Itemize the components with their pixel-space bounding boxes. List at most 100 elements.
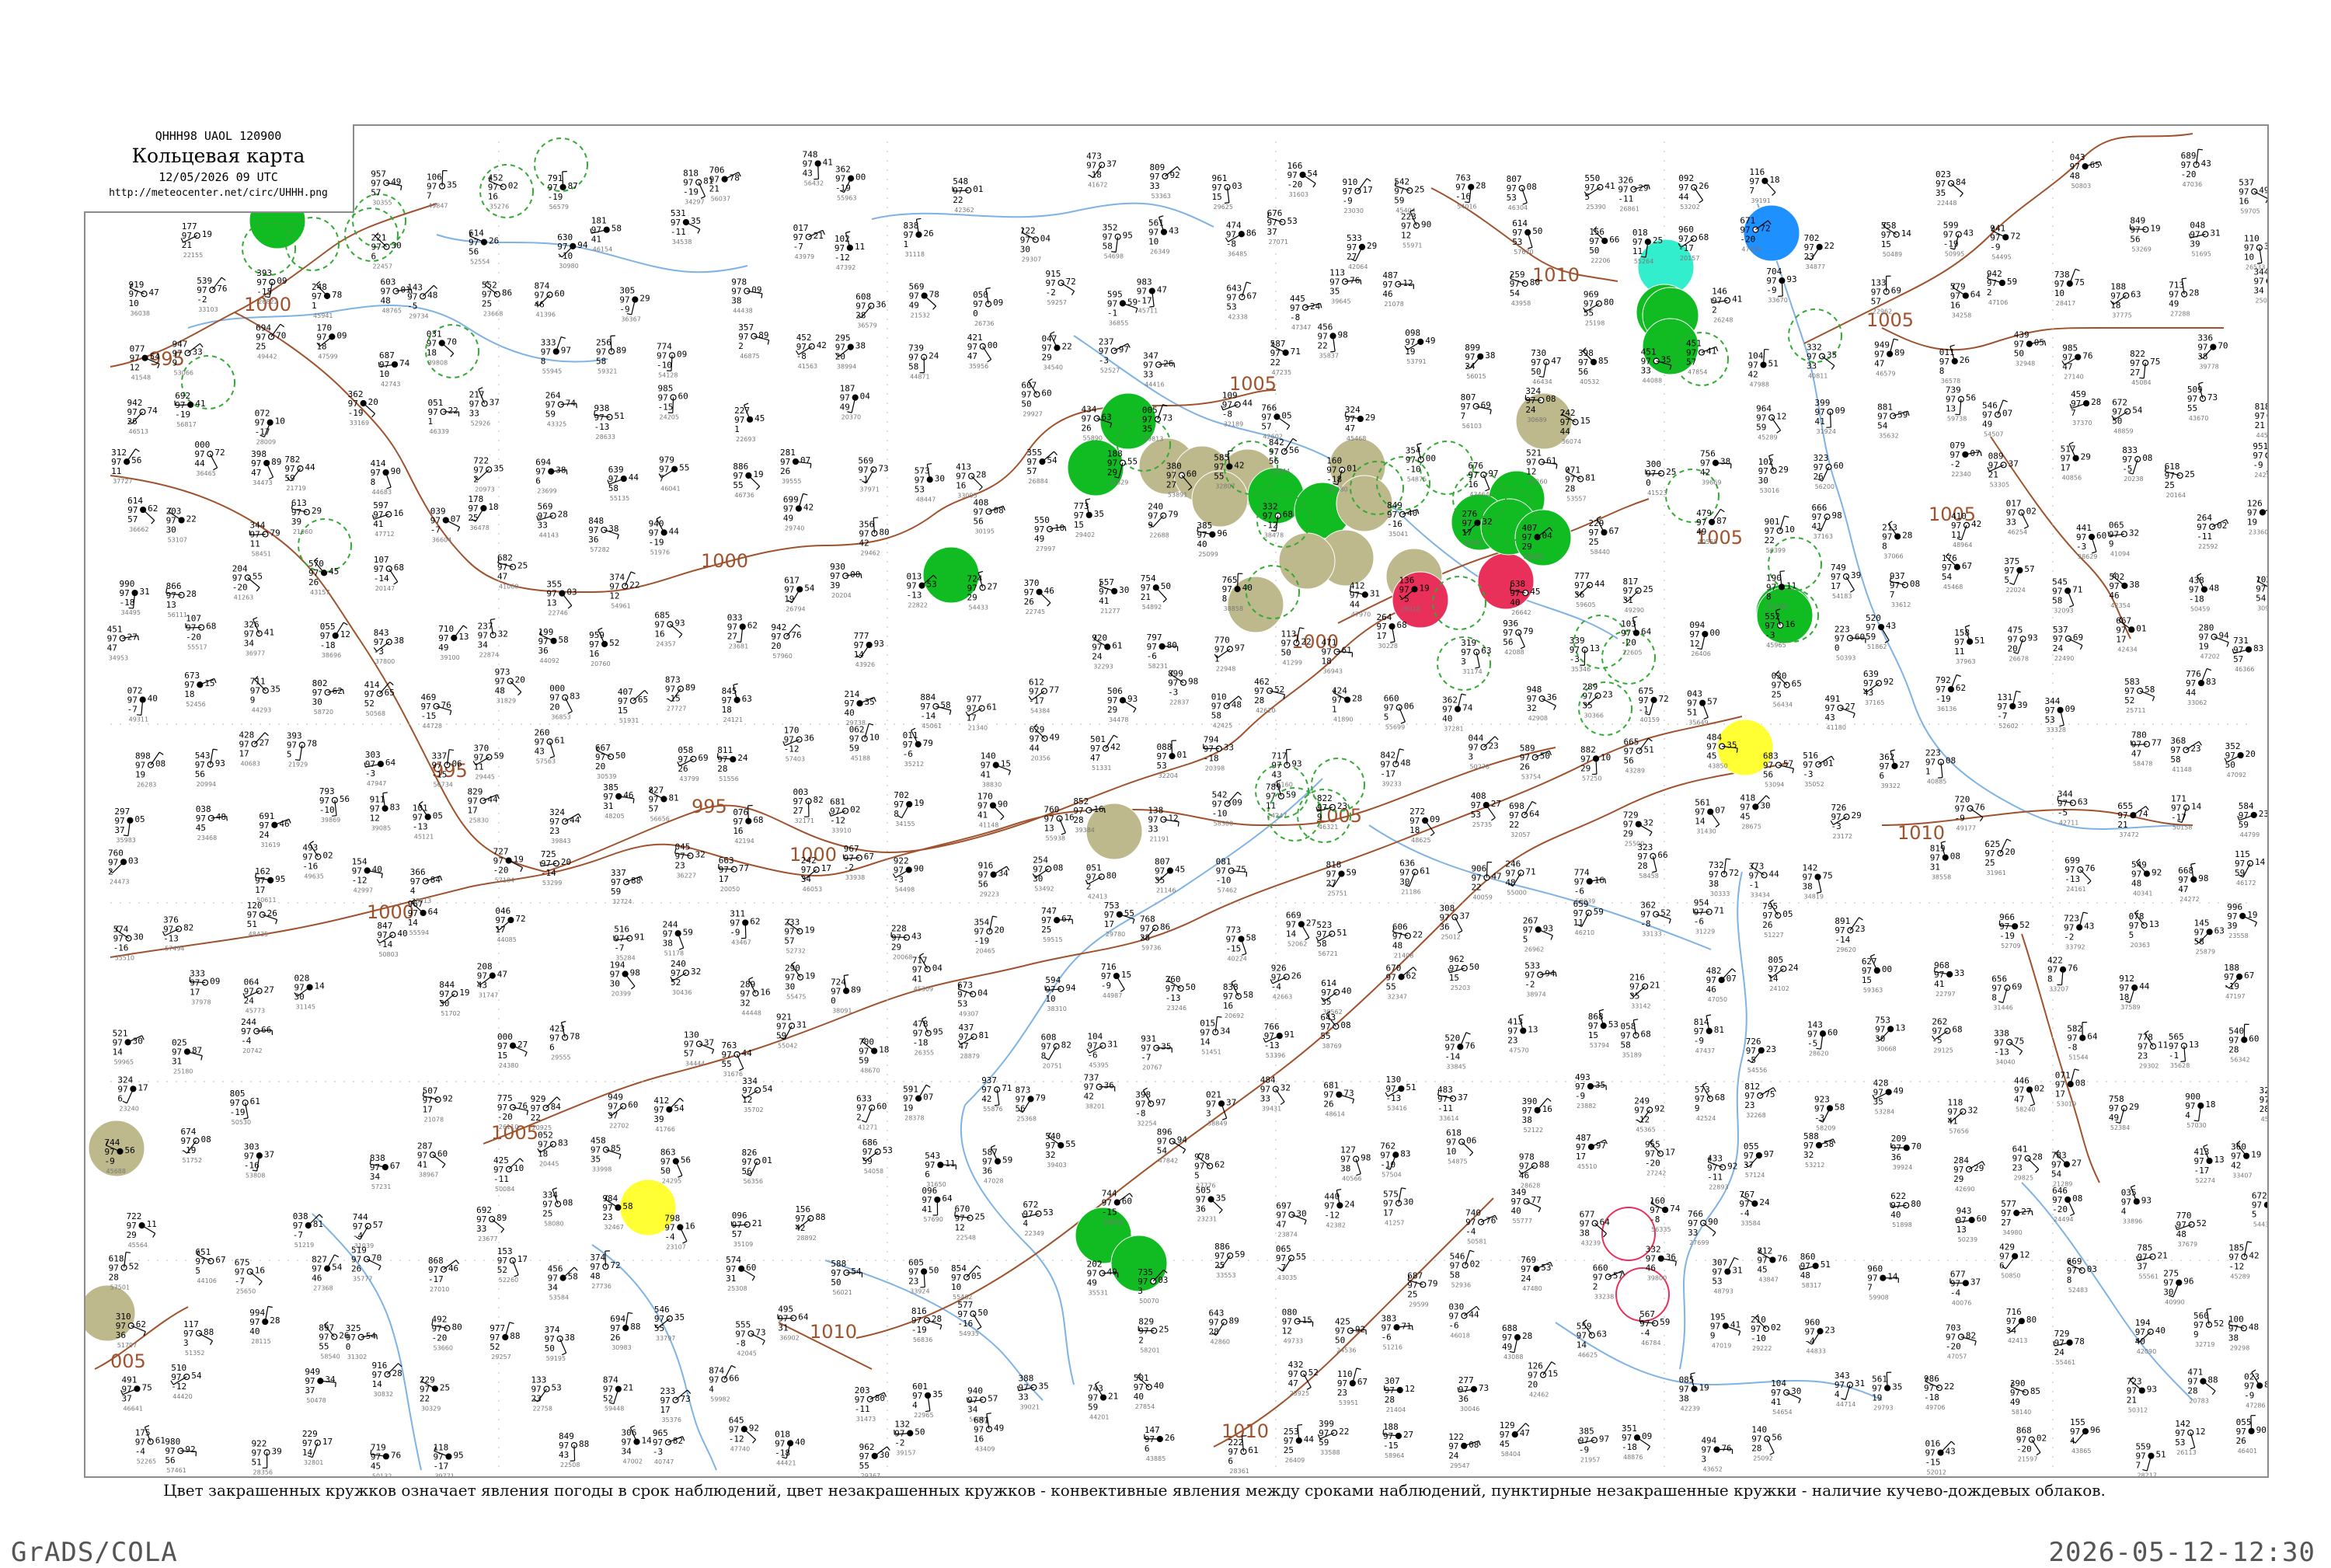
- station-tendency: 34: [1220, 1026, 1231, 1036]
- station-dewpoint: 29: [127, 1230, 137, 1240]
- station-tendency: 40: [148, 693, 158, 703]
- station-tendency: 81: [979, 1030, 989, 1040]
- station-dewpoint: 39: [830, 580, 840, 591]
- station-dewpoint: 41: [1099, 596, 1109, 606]
- station-dewpoint: 56: [1624, 755, 1634, 765]
- station-plot: 37497122254961: [609, 572, 639, 609]
- station-tendency: 03: [566, 587, 577, 598]
- station-id: 45564: [128, 1242, 148, 1249]
- station-plot: 37697-138257494: [162, 915, 193, 952]
- isobar-label: 005: [110, 1350, 146, 1372]
- station-plot: 82797578156656: [648, 785, 678, 822]
- station-tendency: 60: [876, 1102, 887, 1112]
- station-tendency: 58: [1246, 932, 1256, 943]
- station-dewpoint: -3: [1570, 654, 1580, 664]
- station-dewpoint: -9: [1766, 285, 1776, 295]
- station-id: 54016: [1457, 204, 1476, 211]
- station-plot: 0449732350278: [1469, 733, 1499, 771]
- station-id: 58440: [1590, 549, 1609, 556]
- station-tendency: 55: [1127, 457, 1138, 467]
- station-id: 31829: [497, 697, 516, 704]
- station-tendency: 23: [1603, 689, 1613, 699]
- station-plot: 13297-25039157: [894, 1420, 925, 1457]
- station-plot: 35497-192020465: [974, 916, 1004, 955]
- station-dewpoint: 42: [1700, 468, 1710, 478]
- station-dewpoint: 15: [1449, 973, 1459, 983]
- station-plot: 64397288942860: [1209, 1308, 1239, 1346]
- station-tendency: 91: [634, 932, 644, 943]
- station-dewpoint: 12: [1526, 467, 1536, 477]
- station-plot: 68197164943409: [974, 1413, 1004, 1453]
- station-dewpoint: -18: [120, 598, 135, 608]
- station-tendency: 02: [1470, 1259, 1480, 1269]
- station-id: 29780: [1106, 931, 1125, 938]
- station-plot: 54297-100958300: [1212, 789, 1242, 827]
- station-plot: 91697142830832: [372, 1361, 402, 1398]
- station-plot: 67397181552456: [184, 671, 216, 708]
- wind-barb-feather: [1305, 938, 1309, 940]
- station-tendency: 97: [561, 345, 571, 355]
- station-plot: 0219733738849: [1206, 1089, 1236, 1127]
- station-id: 35649: [1688, 720, 1708, 727]
- station-plot: 10497-63145395: [1087, 1032, 1118, 1069]
- station-plot: 9799775546041: [659, 455, 689, 493]
- station-dewpoint: 58: [1620, 1040, 1630, 1050]
- station-plot: 13397235322758: [531, 1375, 562, 1413]
- station-plot: 46297285242620: [1254, 677, 1284, 714]
- wind-barb-feather: [1163, 599, 1166, 602]
- station-tendency: 96: [1217, 528, 1227, 538]
- wind-barb-feather: [731, 1365, 735, 1368]
- station-plot: 12997454758404: [1500, 1420, 1530, 1458]
- station-plot: 14097411538830: [981, 751, 1011, 789]
- station-id: 35109: [733, 1241, 753, 1248]
- station-id: 39384: [1075, 827, 1094, 834]
- station-tendency: 41: [264, 627, 274, 637]
- station-dewpoint: 23: [908, 1276, 918, 1286]
- station-id: 35983: [116, 837, 135, 844]
- station-plot: 38397-67151216: [1382, 1313, 1413, 1350]
- station-tendency: 95: [275, 874, 285, 884]
- station-tendency: 37: [1458, 1092, 1468, 1103]
- station-dewpoint: -14: [377, 939, 392, 950]
- station-id: 55135: [610, 495, 629, 502]
- station-plot: 54297592545404: [1394, 176, 1424, 214]
- station-id: 45468: [1347, 435, 1366, 442]
- station-dewpoint: -12: [1263, 521, 1278, 531]
- station-dewpoint: 51: [252, 1457, 262, 1467]
- station-dewpoint: -4: [353, 1231, 364, 1241]
- station-id: 26822: [258, 298, 277, 305]
- station-dewpoint: -12: [171, 1382, 186, 1392]
- station-id: 57403: [786, 756, 805, 763]
- station-tendency: 67: [1246, 291, 1256, 301]
- station-dewpoint: 57: [1686, 357, 1696, 368]
- wind-barb-feather: [1065, 526, 1066, 531]
- station-plot: 09897194953791: [1405, 328, 1435, 365]
- station-tendency: 57: [1613, 1270, 1623, 1281]
- station-plot: 6019743522965: [912, 1382, 943, 1419]
- station-tendency: 63: [1597, 1329, 1607, 1339]
- station-plot: 76397554431676: [721, 1040, 752, 1078]
- station-dewpoint: 9: [1317, 812, 1322, 822]
- station-plot: 01597143451451: [1200, 1016, 1231, 1055]
- station-dewpoint: 53: [1507, 193, 1517, 203]
- station-id: 31603: [1289, 191, 1308, 198]
- station-tendency: 34: [325, 1375, 336, 1385]
- station-tendency: 62: [1214, 1160, 1225, 1170]
- station-plot: 77497-100954128: [657, 341, 687, 378]
- station-plot: 55297258623668: [482, 280, 512, 318]
- station-dewpoint: 57: [1026, 466, 1037, 476]
- station-dewpoint: 23: [674, 860, 685, 870]
- station-plot: 56797-45946784: [1639, 1309, 1670, 1347]
- station-id: 47050: [1708, 996, 1727, 1003]
- station-plot: 49397-160249635: [302, 841, 333, 880]
- station-plot: 17097-123657403: [783, 726, 814, 763]
- station-dewpoint: 45: [196, 823, 206, 833]
- station-plot: 04697177244085: [495, 906, 525, 943]
- station-dewpoint: 31: [778, 1322, 788, 1333]
- station-id: 58080: [544, 1221, 563, 1228]
- station-tendency: 55: [253, 571, 263, 581]
- station-dewpoint: 58: [1211, 711, 1221, 721]
- station-id: 24536: [1336, 1347, 1356, 1354]
- station-plot: 15697428828892: [795, 1204, 825, 1242]
- station-id: 20399: [611, 991, 631, 998]
